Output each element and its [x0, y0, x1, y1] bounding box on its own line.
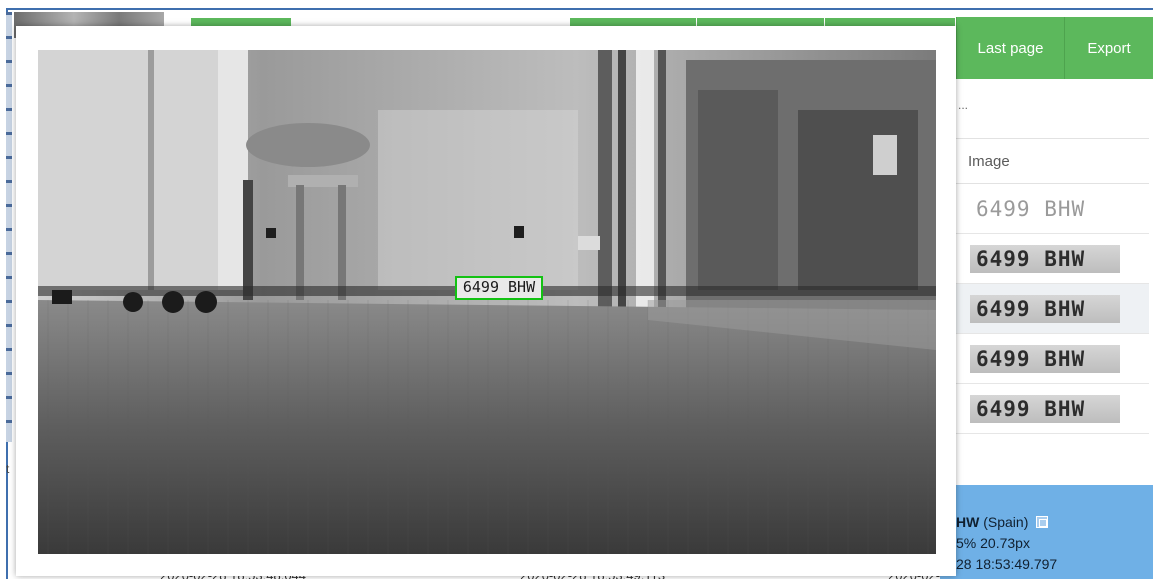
plate-image: 6499 BHW — [970, 194, 1120, 223]
detail-plate: HW — [956, 514, 980, 530]
table-row[interactable]: 6499 BHW — [956, 384, 1149, 434]
app-window: t Last page Export ... Image 6499 BHW 64… — [0, 0, 1153, 579]
export-label: Export — [1087, 39, 1131, 57]
last-page-button[interactable]: Last page — [956, 17, 1064, 79]
detail-timestamp: 28 18:53:49.797 — [956, 556, 1058, 572]
plate-image: 6499 BHW — [970, 294, 1120, 323]
table-row[interactable]: 6499 BHW — [956, 234, 1149, 284]
search-ellipsis: ... — [958, 98, 969, 112]
image-column-header[interactable]: Image — [956, 138, 1149, 184]
detail-confidence: 5% 20.73px — [956, 535, 1030, 551]
results-table: Image 6499 BHW 6499 BHW 6499 BHW 6499 BH… — [956, 138, 1149, 434]
table-row[interactable]: 6499 BHW — [956, 334, 1149, 384]
last-page-label: Last page — [977, 39, 1044, 57]
plate-image: 6499 BHW — [970, 244, 1120, 273]
image-preview-modal[interactable]: 6499 BHW — [16, 26, 956, 576]
export-button[interactable]: Export — [1064, 17, 1153, 79]
copy-icon[interactable] — [1036, 516, 1049, 528]
table-row-selected[interactable]: 6499 BHW — [956, 284, 1149, 334]
left-marker-text: t — [6, 462, 10, 476]
detail-plate-line: HW (Spain) — [956, 514, 1049, 530]
left-filmstrip[interactable] — [6, 12, 12, 442]
detail-country: (Spain) — [983, 514, 1029, 530]
detected-plate-box: 6499 BHW — [455, 276, 543, 300]
plate-image: 6499 BHW — [970, 394, 1120, 423]
table-row[interactable]: 6499 BHW — [956, 184, 1149, 234]
camera-capture-image[interactable]: 6499 BHW — [38, 50, 936, 554]
plate-image: 6499 BHW — [970, 344, 1120, 373]
